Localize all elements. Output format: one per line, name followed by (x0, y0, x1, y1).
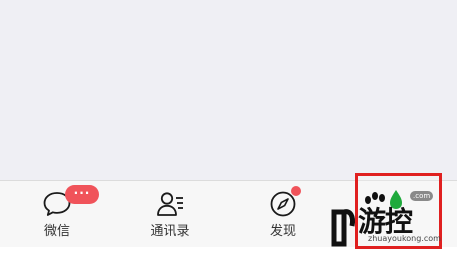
watermark-domain: zhuayoukong.com (368, 234, 441, 243)
wechat-screen: ··· 微信 通讯录 发现 游控 .com zhuayoukong.com (0, 0, 457, 253)
new-dot-badge (291, 186, 301, 196)
contacts-icon (157, 192, 183, 216)
unread-badge: ··· (65, 185, 99, 204)
tab-contacts-label: 通讯录 (150, 224, 190, 239)
tab-chats-label: 微信 (43, 224, 70, 239)
watermark-com-badge: .com (410, 191, 434, 201)
tab-discover-label: 发现 (269, 224, 296, 239)
content-area (0, 0, 457, 180)
tab-discover[interactable]: 发现 (238, 181, 328, 247)
tab-contacts[interactable]: 通讯录 (125, 181, 215, 247)
tab-chats[interactable]: ··· 微信 (12, 181, 102, 247)
